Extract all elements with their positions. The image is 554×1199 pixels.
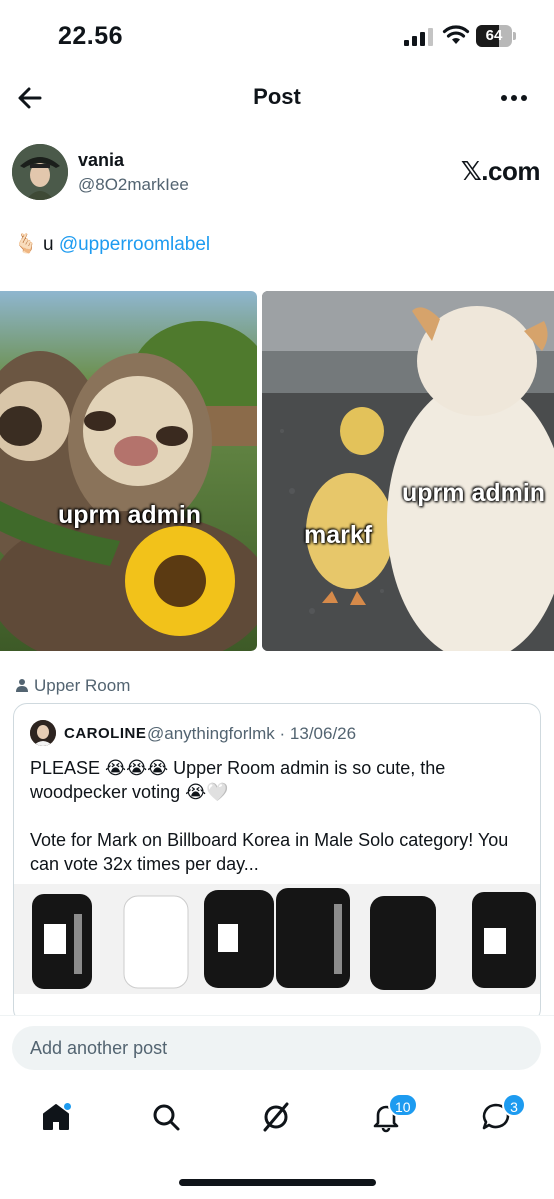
- reply-composer: [0, 1015, 554, 1085]
- quote-author-name: CAROLINE: [64, 725, 147, 742]
- quote-media-image: [14, 884, 540, 994]
- header: Post: [0, 72, 554, 126]
- tab-notifications[interactable]: 10: [364, 1093, 418, 1139]
- home-indicator: [179, 1179, 376, 1186]
- search-icon: [153, 1104, 180, 1131]
- source-label: 𝕏.com: [460, 156, 541, 186]
- notifications-badge: 10: [388, 1093, 418, 1117]
- messages-badge: 3: [502, 1093, 526, 1117]
- author-name[interactable]: vania: [78, 150, 124, 171]
- tab-home[interactable]: [34, 1095, 78, 1139]
- grok-icon: [263, 1102, 289, 1132]
- status-time: 22.56: [58, 22, 124, 50]
- media-caption-left: uprm admin: [58, 501, 202, 529]
- post-media: uprm admin uprm admin markf: [0, 291, 554, 651]
- quote-avatar: [30, 720, 56, 746]
- community-name: Upper Room: [34, 676, 131, 695]
- status-bar: 22.56 64: [0, 0, 554, 72]
- more-options-icon[interactable]: [498, 86, 530, 110]
- post-text: 🫰🏻 u @upperroomlabel: [14, 232, 210, 256]
- bottom-tab-bar: 10 3: [0, 1085, 554, 1155]
- author-handle[interactable]: @8O2markIee: [78, 175, 189, 195]
- cellular-signal-icon: [404, 28, 433, 46]
- tab-search[interactable]: [144, 1095, 188, 1139]
- quoted-post[interactable]: CAROLINE @anythingforlmk · 13/06/26 PLEA…: [13, 703, 541, 1023]
- person-icon: [16, 679, 28, 692]
- page-title: Post: [253, 84, 301, 109]
- post-author: vania @8O2markIee 𝕏.com: [12, 144, 542, 204]
- media-image-duckling-dog[interactable]: uprm admin markf: [262, 291, 554, 651]
- tab-messages[interactable]: 3: [474, 1093, 526, 1139]
- quote-text: PLEASE 😭😭😭 Upper Room admin is so cute, …: [30, 758, 509, 874]
- avatar[interactable]: [12, 144, 68, 200]
- media-image-sloths[interactable]: uprm admin: [0, 291, 257, 651]
- media-caption-right-1: uprm admin: [402, 479, 546, 507]
- post-text-prefix: u: [42, 234, 54, 255]
- wifi-icon: [442, 25, 470, 44]
- battery-indicator: 64: [476, 25, 516, 47]
- post-emoji: 🫰🏻: [14, 234, 38, 255]
- add-post-input[interactable]: [12, 1026, 541, 1070]
- mention-link[interactable]: @upperroomlabel: [59, 234, 210, 255]
- community-label[interactable]: Upper Room: [16, 676, 130, 696]
- battery-percent: 64: [485, 27, 503, 44]
- media-caption-right-2: markf: [304, 521, 373, 549]
- home-unread-dot: [63, 1102, 72, 1111]
- tab-grok[interactable]: [254, 1095, 298, 1139]
- quote-author-handle-date: @anythingforlmk · 13/06/26: [147, 724, 357, 743]
